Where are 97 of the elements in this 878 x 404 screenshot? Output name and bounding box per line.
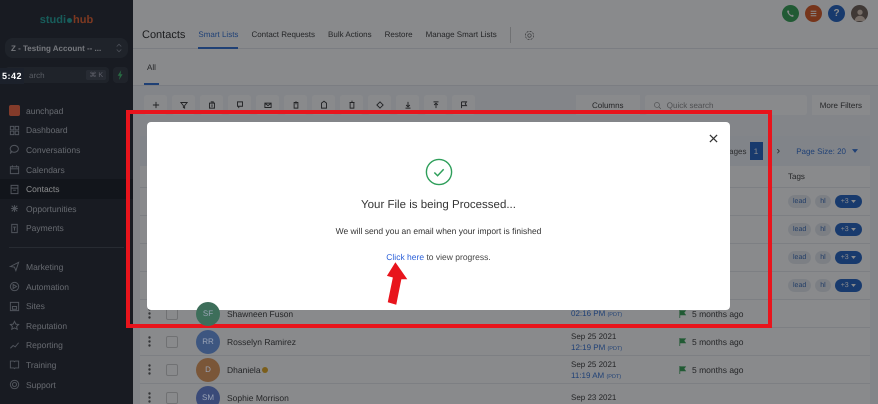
lightning-icon	[117, 70, 124, 80]
nav-item[interactable]: Calendars	[5, 160, 128, 180]
lightning-button[interactable]	[113, 67, 128, 83]
progress-text: Click here to view progress.	[386, 252, 491, 262]
nav-item[interactable]: Automation	[5, 276, 128, 296]
timestamp-overlay: 5:42	[0, 68, 24, 84]
activity-text: 5 months ago	[692, 308, 744, 318]
date-text: Sep 25 2021	[571, 360, 618, 368]
flag-icon	[458, 100, 468, 110]
avatar: SM	[196, 386, 220, 404]
square-icon	[9, 105, 20, 116]
nav-item[interactable]: Support	[5, 374, 128, 394]
settings-icon[interactable]	[524, 30, 535, 40]
flag-icon	[679, 310, 687, 318]
avatar: RR	[196, 330, 220, 354]
list-icon	[809, 9, 818, 18]
more-filters-button[interactable]: More Filters	[812, 95, 870, 115]
help-button[interactable]: ?	[828, 5, 845, 22]
nav-icon	[9, 281, 20, 292]
nav-icon	[9, 320, 20, 332]
caret-icon	[850, 228, 856, 231]
avatar[interactable]	[851, 5, 868, 22]
list-button[interactable]	[805, 5, 822, 22]
nav-icon	[9, 379, 20, 390]
person-icon	[852, 6, 866, 20]
trash-icon	[346, 100, 356, 110]
activity-text: 5 months ago	[692, 364, 744, 374]
page-button[interactable]: 1	[750, 142, 763, 160]
nav-item[interactable]: Dashboard	[5, 120, 128, 140]
contact-name[interactable]: Sophie Morrison	[227, 392, 289, 402]
nav-icon	[9, 340, 20, 351]
tab[interactable]: All	[144, 51, 159, 85]
activity-text: 5 months ago	[692, 336, 744, 346]
upload-icon	[430, 100, 440, 110]
nav-icon	[9, 300, 20, 312]
nav-item[interactable]: Sites	[5, 296, 128, 316]
plus-icon	[150, 100, 160, 110]
box-icon	[206, 100, 216, 110]
chevron-icon	[116, 43, 122, 53]
contact-name[interactable]: Shawneen Fuson	[227, 308, 294, 318]
checkbox[interactable]	[166, 336, 178, 348]
home-icon	[318, 100, 328, 110]
next-page-button[interactable]: ›	[776, 145, 782, 157]
nav-item[interactable]: Payments	[5, 218, 128, 238]
search-icon	[652, 100, 662, 110]
phone-button[interactable]	[782, 5, 799, 22]
nav-icon	[9, 261, 20, 272]
nav-item[interactable]: Marketing	[5, 257, 128, 277]
nav-item[interactable]: Reputation	[5, 316, 128, 336]
nav-item[interactable]: Training	[5, 355, 128, 375]
contact-name[interactable]: Dhaniela	[227, 364, 261, 374]
caret-icon	[850, 256, 856, 259]
nav-icon	[9, 164, 20, 176]
page-title: Contacts	[142, 29, 186, 41]
nav-item[interactable]: Conversations	[5, 140, 128, 160]
click-here-link[interactable]: Click here	[386, 252, 424, 262]
mail-icon	[262, 100, 272, 110]
nav-icon	[9, 203, 20, 214]
diamond-icon	[374, 100, 384, 110]
tab[interactable]: Contact Requests	[251, 21, 316, 49]
modal-message: We will send you an email when your import is finished	[336, 226, 542, 236]
nav-item[interactable]: Contacts	[0, 179, 133, 199]
nav-item[interactable]: aunchpad	[5, 101, 128, 121]
nav-icon	[9, 144, 20, 156]
modal-title: Your File is being Processed...	[361, 199, 516, 211]
nav-icon	[9, 359, 20, 370]
chat-icon	[234, 100, 244, 110]
date-text: Sep 25 2021	[571, 332, 618, 340]
tab[interactable]: Manage Smart Lists	[426, 21, 497, 49]
date-text: Sep 23 2021	[571, 393, 618, 402]
phone-icon	[786, 9, 795, 18]
flag-icon	[679, 338, 687, 346]
checkbox[interactable]	[166, 392, 178, 404]
download-icon	[402, 100, 412, 110]
column-header: Tags	[788, 172, 806, 181]
account-selector[interactable]: Z - Testing Account -- ...	[5, 38, 128, 58]
checkbox[interactable]	[166, 364, 178, 376]
avatar: D	[196, 358, 220, 382]
caret-icon	[852, 149, 858, 153]
contact-name[interactable]: Rosselyn Ramirez	[227, 336, 296, 346]
logo: studi hub	[40, 14, 94, 26]
tab[interactable]: Bulk Actions	[328, 21, 372, 49]
nav-icon	[9, 124, 20, 136]
close-icon[interactable]	[709, 134, 718, 143]
tab[interactable]: Restore	[384, 21, 413, 49]
nav-item[interactable]: Reporting	[5, 336, 128, 356]
filter-icon	[178, 100, 188, 110]
nav-icon	[9, 222, 20, 234]
table-row[interactable]: SM Sophie Morrison Sep 23 2021	[140, 384, 870, 404]
nav-icon	[9, 184, 20, 195]
nav-item[interactable]: Opportunities	[5, 198, 128, 219]
caret-icon	[850, 284, 856, 287]
page-size-dropdown[interactable]: Page Size: 20	[796, 146, 858, 156]
caret-icon	[850, 200, 856, 203]
flag-icon	[679, 366, 687, 374]
check-circle-icon	[424, 158, 452, 186]
pages-label: ages	[729, 146, 747, 156]
